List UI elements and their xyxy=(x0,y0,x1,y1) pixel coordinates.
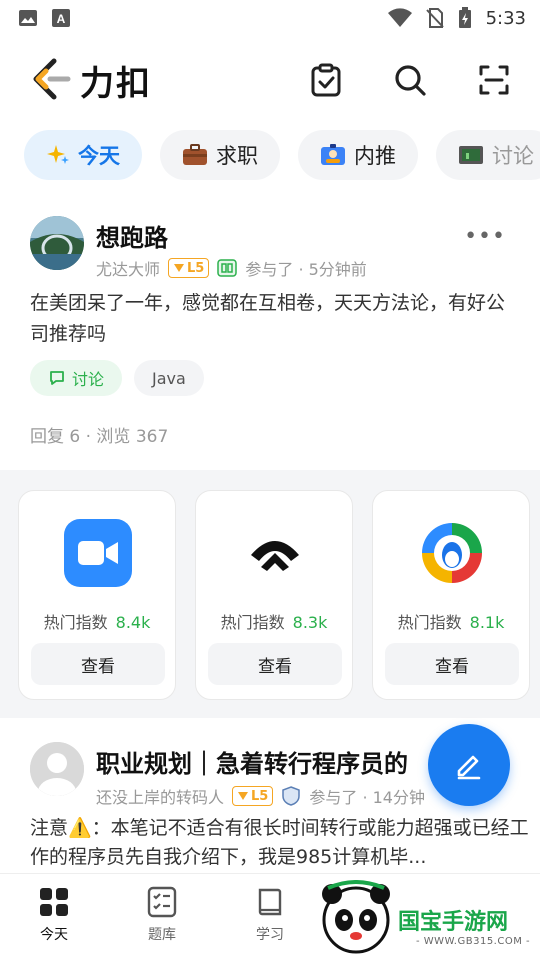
activity-text: 参与了 · 14分钟 xyxy=(309,788,425,807)
post-title[interactable]: 职业规划｜急着转行程序员的 xyxy=(96,744,408,779)
nav-learn-label: 学习 xyxy=(256,927,284,943)
author-role: 尤达大师 xyxy=(96,260,161,279)
app-title: 力扣 xyxy=(80,63,152,104)
chat-bubble-icon xyxy=(50,371,64,385)
app-screen: { "statusbar":{"time":"5:33"}, "app":{"l… xyxy=(0,0,540,960)
watermark-title: 国宝手游网 xyxy=(398,910,509,935)
scan-icon xyxy=(479,65,509,95)
search-button[interactable] xyxy=(392,62,428,98)
search-icon xyxy=(395,65,426,96)
diamond-icon xyxy=(238,792,249,800)
heat-index: 热门指数 8.3k xyxy=(220,613,328,632)
tab-referral[interactable]: 内推 xyxy=(298,130,418,180)
post-meta: 还没上岸的转码人 L5 参与了 · 14分钟 xyxy=(96,784,425,808)
font-a-icon: A xyxy=(52,9,70,27)
zoom-icon xyxy=(64,519,132,587)
view-button[interactable]: 查看 xyxy=(31,643,165,685)
nav-today-label: 今天 xyxy=(40,927,68,943)
level-badge: L5 xyxy=(168,258,210,278)
tab-today-label: 今天 xyxy=(78,144,120,168)
terminal-icon xyxy=(459,146,483,164)
app-bar: 力扣 xyxy=(0,44,540,116)
shield-badge-icon xyxy=(282,786,301,806)
scan-button[interactable] xyxy=(476,62,512,98)
nav-problems[interactable]: 题库 xyxy=(122,886,202,944)
leetcode-logo[interactable]: 力扣 xyxy=(28,56,152,105)
nio-icon xyxy=(251,541,299,571)
company-section: 热门指数 8.4k 查看 热门指数 8.3k 查看 热门指数 8.1k 查看 xyxy=(0,470,540,718)
level-badge: L5 xyxy=(232,786,274,806)
post-stats: 回复 6 · 浏览 367 xyxy=(30,427,169,447)
book-icon xyxy=(258,888,282,916)
nav-problems-label: 题库 xyxy=(148,927,176,943)
category-tabs: 今天 求职 内推 讨论 xyxy=(0,130,540,182)
post-content[interactable]: 注意⚠️：本笔记不适合有很长时间转行或能力超强或已经工作的程序员先自我介绍下，我… xyxy=(30,814,530,872)
diamond-icon xyxy=(174,264,185,272)
panda-icon xyxy=(322,880,390,954)
pencil-icon xyxy=(457,755,481,780)
clipboard-check-icon xyxy=(311,63,341,97)
no-sim-icon xyxy=(425,8,444,28)
status-bar: A 5:33 xyxy=(0,0,540,36)
author-role: 还没上岸的转码人 xyxy=(96,788,225,807)
battery-icon xyxy=(458,7,471,28)
id-card-icon xyxy=(321,144,345,165)
wifi-icon xyxy=(387,8,412,27)
more-options-button[interactable]: ••• xyxy=(464,224,506,249)
grid-icon xyxy=(40,888,68,916)
avatar[interactable] xyxy=(30,216,84,270)
gallery-icon xyxy=(19,10,37,26)
company-card[interactable]: 热门指数 8.3k 查看 xyxy=(195,490,353,700)
activity-text: 参与了 · 5分钟前 xyxy=(245,260,367,279)
compose-button[interactable] xyxy=(428,724,510,806)
tag-discuss[interactable]: 讨论 xyxy=(30,360,123,396)
watermark-url: - WWW.GB315.COM - xyxy=(416,936,531,947)
checkin-button[interactable] xyxy=(308,62,344,98)
tab-jobs[interactable]: 求职 xyxy=(160,130,280,180)
tab-discuss[interactable]: 讨论 xyxy=(436,130,540,180)
watermark: 国宝手游网 - WWW.GB315.COM - xyxy=(298,874,540,960)
leetcode-logo-icon xyxy=(33,58,71,100)
sparkle-icon xyxy=(47,145,69,164)
post-meta: 尤达大师 L5 参与了 · 5分钟前 xyxy=(96,256,367,280)
tag-java[interactable]: Java xyxy=(134,360,204,396)
post-tags: 讨论 Java xyxy=(30,360,204,396)
tab-jobs-label: 求职 xyxy=(216,144,258,168)
checklist-icon xyxy=(147,886,177,918)
heat-index: 热门指数 8.4k xyxy=(43,613,151,632)
book-badge-icon xyxy=(217,259,238,277)
view-button[interactable]: 查看 xyxy=(385,643,519,685)
tab-referral-label: 内推 xyxy=(354,144,396,168)
author-name[interactable]: 想跑路 xyxy=(96,218,168,253)
view-button[interactable]: 查看 xyxy=(208,643,342,685)
svg-text:A: A xyxy=(57,12,66,26)
post-card[interactable]: 想跑路 尤达大师 L5 参与了 · 5分钟前 ••• 在美团呆了一年，感觉都在互… xyxy=(0,212,540,467)
nav-today[interactable]: 今天 xyxy=(14,886,94,944)
briefcase-icon xyxy=(183,144,207,165)
tencent-icon xyxy=(422,523,482,583)
company-card[interactable]: 热门指数 8.1k 查看 xyxy=(372,490,530,700)
status-time: 5:33 xyxy=(485,7,526,29)
avatar[interactable] xyxy=(30,742,84,796)
post-content[interactable]: 在美团呆了一年，感觉都在互相卷，天天方法论，有好公司推荐吗 xyxy=(30,288,520,350)
heat-index: 热门指数 8.1k xyxy=(397,613,505,632)
tab-today[interactable]: 今天 xyxy=(24,130,142,180)
company-card[interactable]: 热门指数 8.4k 查看 xyxy=(18,490,176,700)
tab-discuss-label: 讨论 xyxy=(492,144,534,168)
